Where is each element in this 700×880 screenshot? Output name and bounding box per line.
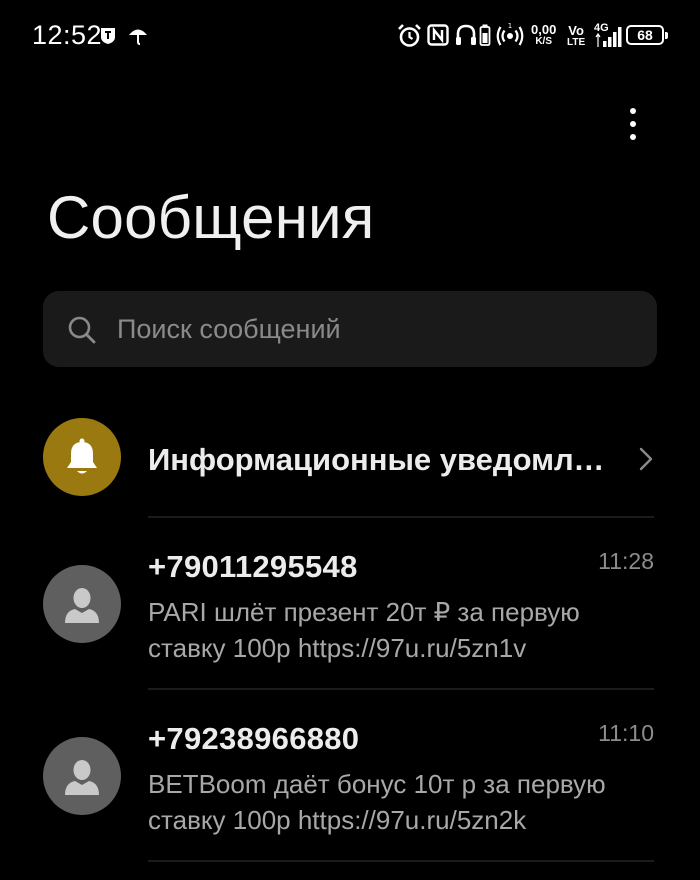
more-vertical-icon-dot bbox=[630, 134, 636, 140]
signal-icon bbox=[595, 27, 622, 47]
info-notifications-row[interactable]: Информационные уведомления bbox=[0, 413, 700, 505]
more-vertical-icon-dot bbox=[630, 121, 636, 127]
network-speed: 0,00 K/S bbox=[531, 23, 556, 47]
conversation-preview: BETBoom даёт бонус 10т р за первую ставк… bbox=[148, 769, 606, 835]
search-icon bbox=[68, 316, 96, 344]
contact-avatar bbox=[43, 565, 121, 643]
conversation-sender: +79011295548 bbox=[148, 549, 358, 584]
chevron-right-icon bbox=[639, 447, 653, 471]
umbrella-icon bbox=[129, 29, 147, 45]
info-notifications-title: Информационные уведомления bbox=[148, 442, 608, 477]
contact-avatar bbox=[43, 737, 121, 815]
person-icon bbox=[65, 588, 99, 623]
list-divider bbox=[148, 860, 654, 862]
hotspot-icon: 1 bbox=[496, 22, 524, 46]
nfc-icon bbox=[427, 24, 449, 46]
status-time: 12:52 bbox=[32, 20, 103, 50]
search-input[interactable] bbox=[117, 291, 637, 367]
conversation-sender: +79238966880 bbox=[148, 721, 360, 756]
page-title: Сообщения bbox=[47, 184, 375, 251]
network-speed-unit: K/S bbox=[535, 36, 552, 47]
more-options-button[interactable] bbox=[612, 102, 654, 146]
battery-saver-icon bbox=[479, 24, 491, 46]
person-icon bbox=[65, 760, 99, 795]
status-bar: 12:52 1 0,00 K/S Vo LTE 4G 68 bbox=[0, 0, 700, 72]
conversation-time: 11:28 bbox=[598, 548, 654, 574]
headphones-icon bbox=[456, 24, 476, 45]
conversation-row[interactable]: +79011295548 11:28 PARI шлёт презент 20т… bbox=[0, 518, 700, 686]
more-vertical-icon bbox=[630, 108, 636, 114]
tele2-icon bbox=[101, 28, 115, 44]
volte-top: Vo bbox=[568, 23, 584, 38]
battery-level: 68 bbox=[637, 27, 653, 43]
network-speed-value: 0,00 bbox=[531, 22, 557, 37]
conversation-row[interactable]: +79238966880 11:10 BETBoom даёт бонус 10… bbox=[0, 690, 700, 858]
conversation-time: 11:10 bbox=[598, 720, 654, 746]
svg-text:1: 1 bbox=[508, 22, 512, 30]
notifications-avatar bbox=[43, 418, 121, 496]
bell-icon bbox=[67, 438, 97, 474]
volte-indicator: Vo LTE bbox=[567, 24, 585, 48]
search-box[interactable] bbox=[43, 291, 657, 367]
battery-indicator: 68 bbox=[626, 25, 668, 45]
conversation-preview: PARI шлёт презент 20т ₽ за первую ставку… bbox=[148, 597, 580, 663]
volte-bottom: LTE bbox=[567, 37, 586, 48]
alarm-icon bbox=[398, 24, 421, 47]
